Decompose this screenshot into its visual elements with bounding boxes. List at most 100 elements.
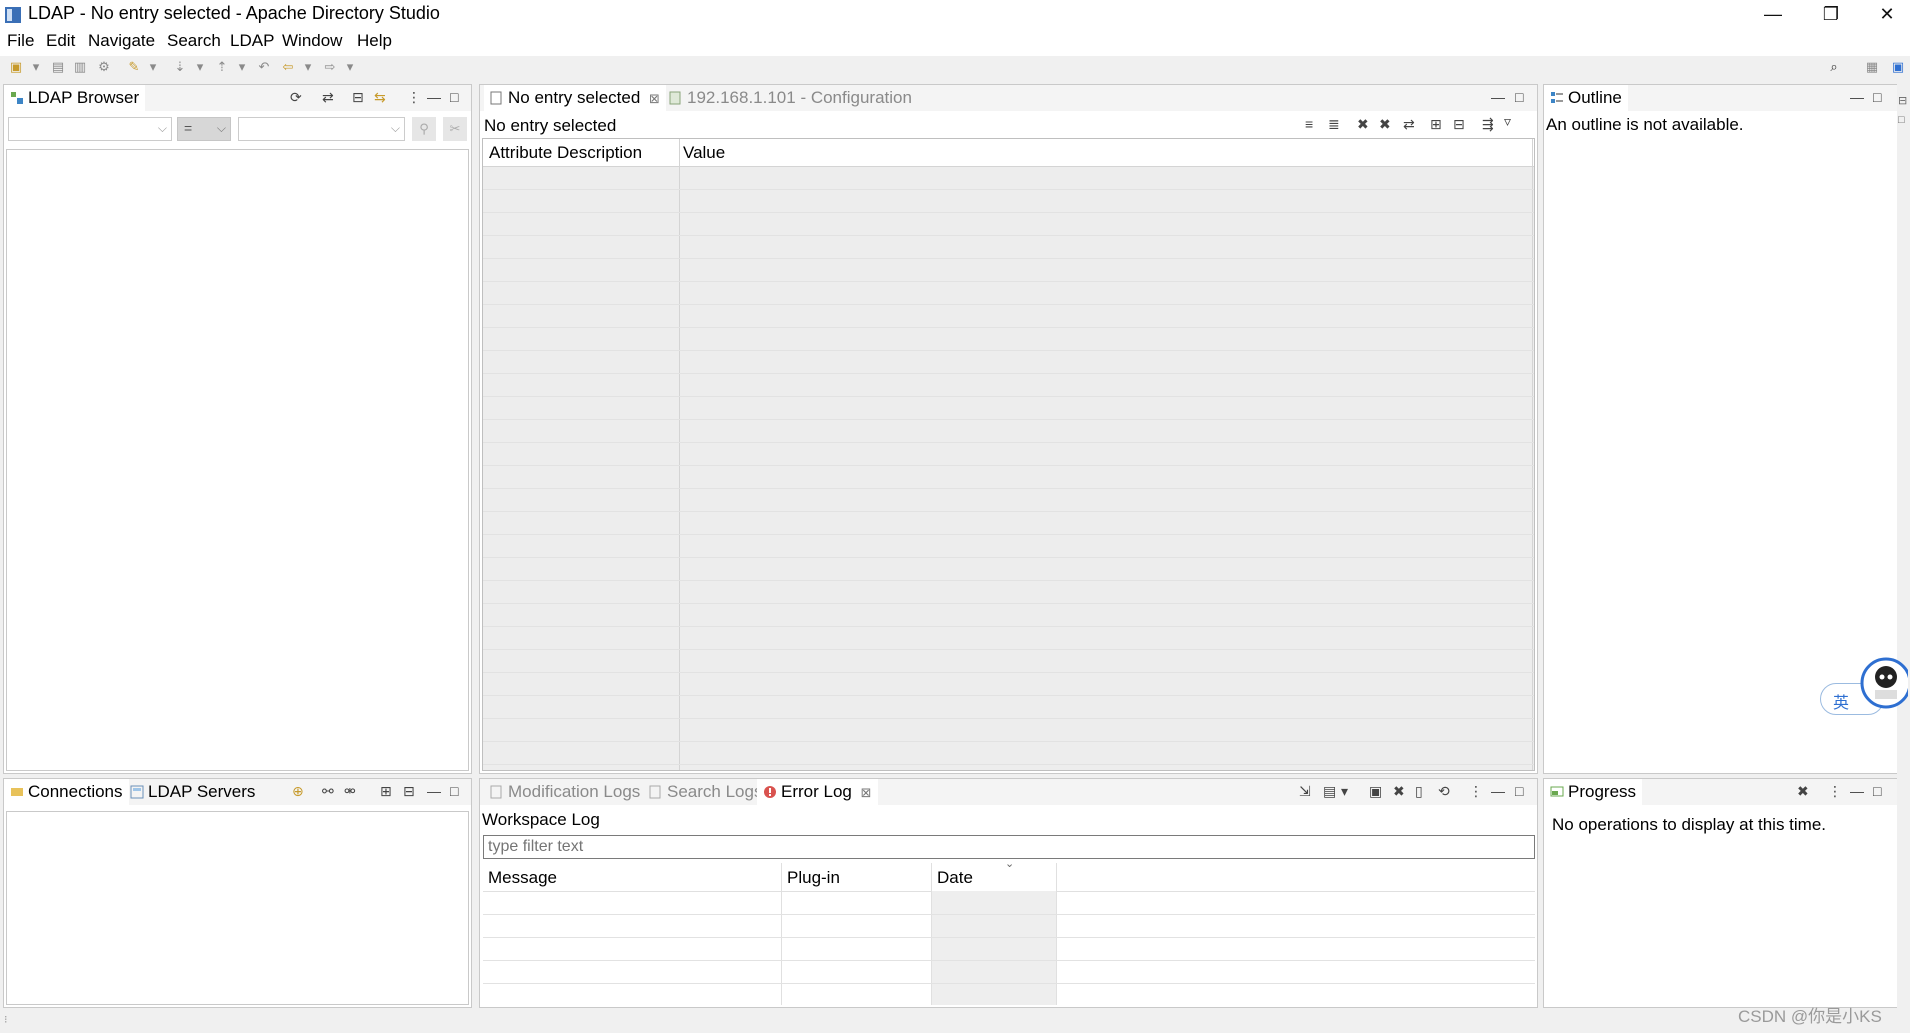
ldap-perspective-icon[interactable]: ▣ bbox=[1890, 59, 1906, 75]
tab-search-logs[interactable]: Search Logs bbox=[643, 779, 768, 805]
quick-search-clear-icon[interactable]: ✂ bbox=[443, 117, 467, 141]
collapse-all-icon[interactable]: ⊟ bbox=[352, 89, 364, 105]
forward-icon[interactable]: ⇨ bbox=[322, 59, 338, 75]
refresh-icon[interactable]: ⟳ bbox=[290, 89, 302, 105]
menu-search[interactable]: Search bbox=[167, 31, 221, 51]
save-icon[interactable]: ▤ bbox=[50, 59, 66, 75]
view-menu-icon[interactable]: ⋮ bbox=[1828, 783, 1842, 799]
minimize-icon[interactable]: — bbox=[1850, 783, 1864, 799]
minimize-icon[interactable]: — bbox=[1491, 783, 1505, 799]
menu-help[interactable]: Help bbox=[357, 31, 392, 51]
expand-icon[interactable]: ⊞ bbox=[380, 783, 392, 799]
collapse-icon[interactable]: ⊟ bbox=[1453, 116, 1465, 132]
quick-search-attribute-combo[interactable]: ⌵ bbox=[8, 117, 172, 141]
new-connection-icon[interactable]: ⊕ bbox=[292, 783, 304, 799]
link-with-editor-icon[interactable]: ⇆ bbox=[374, 89, 386, 105]
back-dropdown-icon[interactable]: ▾ bbox=[300, 59, 316, 75]
close-connection-icon[interactable]: ⚮ bbox=[344, 783, 356, 799]
minimize-button[interactable]: — bbox=[1744, 0, 1802, 28]
column-header-plugin[interactable]: Plug-in bbox=[787, 868, 840, 888]
tab-progress[interactable]: Progress bbox=[1544, 779, 1643, 805]
link-icon[interactable]: ⇄ bbox=[322, 89, 334, 105]
tab-error-log[interactable]: Error Log ⊠ bbox=[757, 779, 878, 805]
new-icon[interactable]: ▣ bbox=[8, 59, 24, 75]
connections-list[interactable] bbox=[6, 811, 469, 1005]
maximize-icon[interactable]: □ bbox=[450, 89, 458, 105]
collapse-icon[interactable]: ⊟ bbox=[403, 783, 415, 799]
delete-all-icon[interactable]: ✖ bbox=[1379, 116, 1391, 132]
remove-all-icon[interactable]: ✖ bbox=[1797, 783, 1809, 799]
view-menu-icon[interactable]: ⋮ bbox=[1469, 783, 1483, 799]
import-dropdown-icon[interactable]: ▾ bbox=[1341, 783, 1348, 799]
column-header-value[interactable]: Value bbox=[683, 143, 725, 163]
view-menu-icon[interactable]: ⋮ bbox=[407, 89, 421, 105]
search-icon[interactable]: ⌕ bbox=[1826, 59, 1842, 75]
minimize-icon[interactable]: — bbox=[427, 783, 441, 799]
maximize-icon[interactable]: □ bbox=[1515, 89, 1523, 105]
connect-dropdown-icon[interactable]: ▾ bbox=[145, 59, 161, 75]
clear-log-icon[interactable]: ▣ bbox=[1369, 783, 1382, 799]
settings-icon[interactable]: ⚙ bbox=[96, 59, 112, 75]
restore-button[interactable]: ❐ bbox=[1802, 0, 1860, 28]
open-connection-icon[interactable]: ⚯ bbox=[322, 783, 334, 799]
quick-search-run-icon[interactable]: ⚲ bbox=[412, 117, 436, 141]
log-table[interactable]: Message Plug-in Date ⌄ bbox=[483, 863, 1535, 1005]
maximize-icon[interactable]: □ bbox=[1873, 89, 1881, 105]
close-tab-icon[interactable]: ⊠ bbox=[649, 91, 660, 106]
forward-dropdown-icon[interactable]: ▾ bbox=[342, 59, 358, 75]
maximize-icon[interactable]: □ bbox=[1898, 114, 1905, 126]
tab-configuration[interactable]: 192.168.1.101 - Configuration bbox=[663, 85, 918, 111]
menu-file[interactable]: File bbox=[7, 31, 34, 51]
menu-navigate[interactable]: Navigate bbox=[88, 31, 155, 51]
connect-icon[interactable]: ✎ bbox=[126, 59, 142, 75]
filter-icon[interactable]: ⇶ bbox=[1482, 116, 1494, 132]
restore-log-icon[interactable]: ⟲ bbox=[1438, 783, 1450, 799]
prev-annotation-icon[interactable]: ⇡ bbox=[214, 59, 230, 75]
quick-search-operator-combo[interactable]: = ⌵ bbox=[177, 117, 231, 141]
minimize-icon[interactable]: — bbox=[1491, 89, 1505, 105]
delete-log-icon[interactable]: ✖ bbox=[1393, 783, 1405, 799]
expand-icon[interactable]: ⊞ bbox=[1430, 116, 1442, 132]
print-icon[interactable]: ▥ bbox=[72, 59, 88, 75]
back-icon[interactable]: ⇦ bbox=[280, 59, 296, 75]
column-header-message[interactable]: Message bbox=[488, 868, 557, 888]
attribute-table[interactable]: Attribute Description Value bbox=[482, 138, 1535, 771]
filter-input[interactable] bbox=[483, 835, 1535, 859]
import-log-icon[interactable]: ▤ bbox=[1323, 783, 1336, 799]
prev-annotation-dropdown-icon[interactable]: ▾ bbox=[234, 59, 250, 75]
tab-no-entry-selected[interactable]: No entry selected ⊠ bbox=[484, 85, 666, 111]
tab-outline[interactable]: Outline bbox=[1544, 85, 1628, 111]
column-header-date[interactable]: Date bbox=[937, 868, 973, 888]
minimize-icon[interactable]: — bbox=[427, 89, 441, 105]
expand-all-icon[interactable]: ≡ bbox=[1305, 116, 1313, 132]
menu-window[interactable]: Window bbox=[282, 31, 342, 51]
quick-search-value-combo[interactable]: ⌵ bbox=[238, 117, 405, 141]
avatar[interactable] bbox=[1860, 655, 1910, 715]
link-icon[interactable]: ⇄ bbox=[1403, 116, 1415, 132]
maximize-icon[interactable]: □ bbox=[450, 783, 458, 799]
column-header-attribute[interactable]: Attribute Description bbox=[489, 143, 642, 163]
collapse-all-icon[interactable]: ≣ bbox=[1328, 116, 1340, 132]
close-tab-icon[interactable]: ⊠ bbox=[861, 785, 872, 800]
open-log-icon[interactable]: ▯ bbox=[1415, 783, 1423, 799]
minimize-icon[interactable]: — bbox=[1850, 89, 1864, 105]
delete-icon[interactable]: ✖ bbox=[1357, 116, 1369, 132]
menu-edit[interactable]: Edit bbox=[46, 31, 75, 51]
last-edit-icon[interactable]: ↶ bbox=[256, 59, 272, 75]
menu-ldap[interactable]: LDAP bbox=[230, 31, 274, 51]
chevron-down-icon[interactable]: ▿ bbox=[1504, 113, 1511, 129]
tab-connections[interactable]: Connections bbox=[4, 779, 129, 805]
tab-ldap-servers[interactable]: LDAP Servers bbox=[124, 779, 261, 805]
next-annotation-dropdown-icon[interactable]: ▾ bbox=[192, 59, 208, 75]
new-dropdown-icon[interactable]: ▾ bbox=[28, 59, 44, 75]
tab-modification-logs[interactable]: Modification Logs bbox=[484, 779, 646, 805]
restore-icon[interactable]: ⊟ bbox=[1898, 94, 1907, 107]
next-annotation-icon[interactable]: ⇣ bbox=[172, 59, 188, 75]
maximize-icon[interactable]: □ bbox=[1873, 783, 1881, 799]
browser-tree[interactable] bbox=[6, 149, 469, 771]
export-log-icon[interactable]: ⇲ bbox=[1299, 783, 1311, 799]
maximize-icon[interactable]: □ bbox=[1515, 783, 1523, 799]
close-button[interactable]: ✕ bbox=[1858, 0, 1910, 28]
tab-ldap-browser[interactable]: LDAP Browser bbox=[4, 85, 146, 111]
open-perspective-icon[interactable]: ▦ bbox=[1864, 59, 1880, 75]
